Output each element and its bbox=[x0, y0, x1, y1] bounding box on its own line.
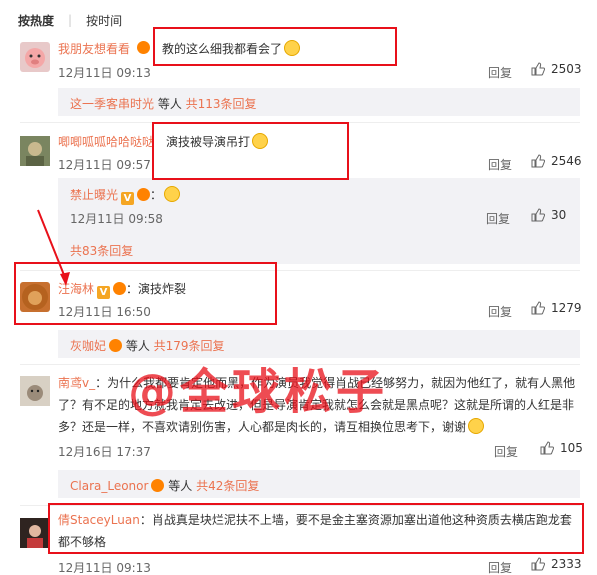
comment-time: 12月11日 09:57 bbox=[58, 158, 151, 172]
like-button[interactable]: 1279 bbox=[531, 301, 582, 315]
comment-time: 12月11日 09:13 bbox=[58, 66, 151, 80]
reply-button[interactable]: 回复 bbox=[488, 64, 512, 81]
avatar[interactable] bbox=[20, 518, 50, 548]
comment-username[interactable]: 唧唧呱呱哈哈哒哒 bbox=[58, 133, 154, 150]
sub-reply-button[interactable]: 回复 bbox=[486, 210, 510, 227]
avatar-pig-icon bbox=[25, 48, 45, 68]
like-button[interactable]: 2333 bbox=[531, 557, 582, 571]
thumbs-up-icon bbox=[531, 154, 545, 168]
annotation-box bbox=[152, 122, 349, 180]
reply-summary-user[interactable]: 灰咖妃 bbox=[70, 339, 106, 353]
thumbs-up-icon bbox=[531, 557, 545, 571]
like-count: 1279 bbox=[551, 301, 582, 315]
reply-summary-count[interactable]: 共113条回复 bbox=[186, 97, 257, 111]
annotation-box bbox=[48, 503, 584, 554]
thumbs-up-icon bbox=[540, 441, 554, 455]
thumbs-up-icon bbox=[531, 301, 545, 315]
fan-badge-icon bbox=[137, 188, 151, 201]
fan-badge-icon bbox=[151, 479, 165, 492]
reply-summary: 这一季客串时光 等人 共113条回复 bbox=[58, 88, 580, 116]
comment-username[interactable]: 南鸢v_ bbox=[58, 376, 95, 390]
avatar[interactable] bbox=[20, 136, 50, 166]
comment-time: 12月16日 17:37 bbox=[58, 445, 151, 459]
like-count: 105 bbox=[560, 441, 583, 455]
sub-reply-user[interactable]: 禁止曝光 bbox=[70, 188, 118, 202]
reply-summary: Clara_Leonor 等人 共42条回复 bbox=[58, 470, 580, 498]
sub-reply: 禁止曝光 V： bbox=[70, 186, 181, 205]
sort-bar: 按热度 | 按时间 bbox=[18, 12, 122, 28]
comment-time: 12月11日 09:13 bbox=[58, 561, 151, 575]
annotation-box bbox=[153, 27, 397, 66]
like-count: 2546 bbox=[551, 154, 582, 168]
annotation-arrow-icon bbox=[37, 209, 70, 286]
like-button[interactable]: 105 bbox=[540, 441, 583, 455]
comment-username[interactable]: 我朋友想看看 bbox=[58, 40, 130, 57]
reply-summary-mid: 等人 bbox=[154, 97, 186, 111]
sub-like-button[interactable]: 30 bbox=[531, 208, 566, 222]
like-button[interactable]: 2546 bbox=[531, 154, 582, 168]
sort-by-hot-tab[interactable]: 按热度 bbox=[18, 12, 54, 29]
watermark: @全球松子 bbox=[128, 364, 389, 420]
avatar[interactable] bbox=[20, 376, 50, 406]
sub-like-count: 30 bbox=[551, 208, 567, 222]
emoji-icon bbox=[164, 186, 181, 202]
verified-icon: V bbox=[121, 192, 135, 205]
reply-button[interactable]: 回复 bbox=[488, 156, 512, 173]
avatar-photo-icon bbox=[20, 136, 50, 166]
reply-button[interactable]: 回复 bbox=[494, 443, 518, 460]
sub-reply-box: 禁止曝光 V： 12月11日 09:58 回复 30 共83条回复 bbox=[58, 178, 580, 264]
avatar-photo-icon bbox=[20, 518, 50, 548]
thumbs-up-icon bbox=[531, 208, 545, 222]
avatar-cat-icon bbox=[20, 376, 50, 406]
like-button[interactable]: 2503 bbox=[531, 62, 582, 76]
reply-button[interactable]: 回复 bbox=[488, 559, 512, 575]
sort-separator: | bbox=[68, 13, 73, 27]
reply-summary-count[interactable]: 共42条回复 bbox=[196, 479, 259, 493]
like-count: 2333 bbox=[551, 557, 582, 571]
like-count: 2503 bbox=[551, 62, 582, 76]
emoji-icon bbox=[468, 418, 485, 434]
thumbs-up-icon bbox=[531, 62, 545, 76]
avatar[interactable] bbox=[20, 42, 50, 72]
reply-summary-count[interactable]: 共83条回复 bbox=[70, 242, 133, 259]
fan-badge-icon bbox=[137, 41, 150, 54]
reply-summary-count[interactable]: 共179条回复 bbox=[154, 339, 225, 353]
sub-reply-time: 12月11日 09:58 bbox=[70, 212, 163, 226]
reply-button[interactable]: 回复 bbox=[488, 303, 512, 320]
sort-by-time-tab[interactable]: 按时间 bbox=[86, 12, 122, 29]
reply-summary-user[interactable]: Clara_Leonor bbox=[70, 479, 148, 493]
fan-badge-icon bbox=[109, 339, 123, 352]
reply-summary-user[interactable]: 这一季客串时光 bbox=[70, 97, 154, 111]
